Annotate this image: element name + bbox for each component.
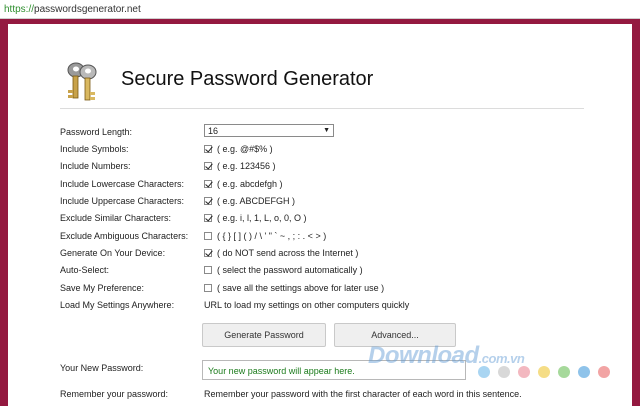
row-load-anywhere: Load My Settings Anywhere: URL to load m… [8, 297, 632, 313]
generate-password-button[interactable]: Generate Password [202, 323, 326, 347]
exclude-ambiguous-hint: ( { } [ ] ( ) / \ ' " ` ~ , ; : . < > ) [217, 231, 327, 241]
watermark-dot [498, 366, 510, 378]
new-password-label: Your New Password: [60, 363, 144, 373]
row-auto-select: Auto-Select: ( select the password autom… [8, 262, 632, 278]
url-scheme: https:// [4, 4, 35, 15]
watermark-text: Download [368, 342, 479, 369]
include-lowercase-hint: ( e.g. abcdefgh ) [217, 179, 283, 189]
include-symbols-checkbox[interactable] [204, 145, 212, 153]
exclude-similar-checkbox[interactable] [204, 214, 212, 222]
keys-icon [67, 62, 97, 101]
save-preference-checkbox[interactable] [204, 284, 212, 292]
remember-password-label: Remember your password: [60, 389, 169, 399]
exclude-similar-label: Exclude Similar Characters: [60, 213, 172, 223]
include-symbols-hint: ( e.g. @#$% ) [217, 144, 273, 154]
watermark-dot [598, 366, 610, 378]
row-exclude-similar: Exclude Similar Characters: ( e.g. i, l,… [8, 210, 632, 226]
password-length-value: 16 [208, 126, 219, 136]
row-include-lowercase: Include Lowercase Characters: ( e.g. abc… [8, 176, 632, 192]
exclude-ambiguous-checkbox[interactable] [204, 232, 212, 240]
row-include-numbers: Include Numbers: ( e.g. 123456 ) [8, 158, 632, 174]
include-symbols-label: Include Symbols: [60, 144, 129, 154]
row-include-symbols: Include Symbols: ( e.g. @#$% ) [8, 141, 632, 157]
auto-select-label: Auto-Select: [60, 265, 110, 275]
watermark-dot [558, 366, 570, 378]
remember-password-text: Remember your password with the first ch… [204, 389, 522, 399]
password-length-label: Password Length: [60, 127, 133, 137]
row-remember-password: Remember your password: Remember your pa… [8, 386, 632, 402]
exclude-ambiguous-label: Exclude Ambiguous Characters: [60, 231, 189, 241]
include-uppercase-hint: ( e.g. ABCDEFGH ) [217, 196, 296, 206]
load-anywhere-label: Load My Settings Anywhere: [60, 300, 175, 310]
auto-select-hint: ( select the password automatically ) [217, 265, 363, 275]
row-password-length: Password Length: 16 ▼ [8, 124, 632, 140]
url-host: passwordsgenerator.net [34, 4, 141, 15]
save-preference-label: Save My Preference: [60, 283, 145, 293]
row-generate-on-device: Generate On Your Device: ( do NOT send a… [8, 245, 632, 261]
include-uppercase-checkbox[interactable] [204, 197, 212, 205]
include-lowercase-label: Include Lowercase Characters: [60, 179, 185, 189]
watermark-dot [578, 366, 590, 378]
watermark-suffix: .com.vn [478, 351, 525, 366]
auto-select-checkbox[interactable] [204, 266, 212, 274]
row-include-uppercase: Include Uppercase Characters: ( e.g. ABC… [8, 193, 632, 209]
include-uppercase-label: Include Uppercase Characters: [60, 196, 185, 206]
watermark-dots [478, 366, 610, 378]
password-length-select[interactable]: 16 ▼ [204, 124, 334, 137]
load-anywhere-link[interactable]: URL to load my settings on other compute… [204, 297, 409, 313]
header: Secure Password Generator [8, 24, 632, 110]
chevron-down-icon: ▼ [323, 127, 330, 134]
generator-card: Secure Password Generator Password Lengt… [8, 24, 632, 406]
include-numbers-checkbox[interactable] [204, 162, 212, 170]
generate-on-device-label: Generate On Your Device: [60, 248, 166, 258]
include-numbers-hint: ( e.g. 123456 ) [217, 161, 276, 171]
save-preference-hint: ( save all the settings above for later … [217, 283, 385, 293]
generate-on-device-checkbox[interactable] [204, 249, 212, 257]
include-lowercase-checkbox[interactable] [204, 180, 212, 188]
watermark-dot [518, 366, 530, 378]
watermark-dot [538, 366, 550, 378]
exclude-similar-hint: ( e.g. i, l, 1, L, o, 0, O ) [217, 213, 307, 223]
generate-on-device-hint: ( do NOT send across the Internet ) [217, 248, 359, 258]
watermark-dot [478, 366, 490, 378]
include-numbers-label: Include Numbers: [60, 161, 131, 171]
address-bar[interactable]: https://passwordsgenerator.net [0, 0, 640, 19]
row-exclude-ambiguous: Exclude Ambiguous Characters: ( { } [ ] … [8, 228, 632, 244]
page-title: Secure Password Generator [121, 68, 374, 90]
divider [60, 108, 584, 109]
row-save-preference: Save My Preference: ( save all the setti… [8, 280, 632, 296]
